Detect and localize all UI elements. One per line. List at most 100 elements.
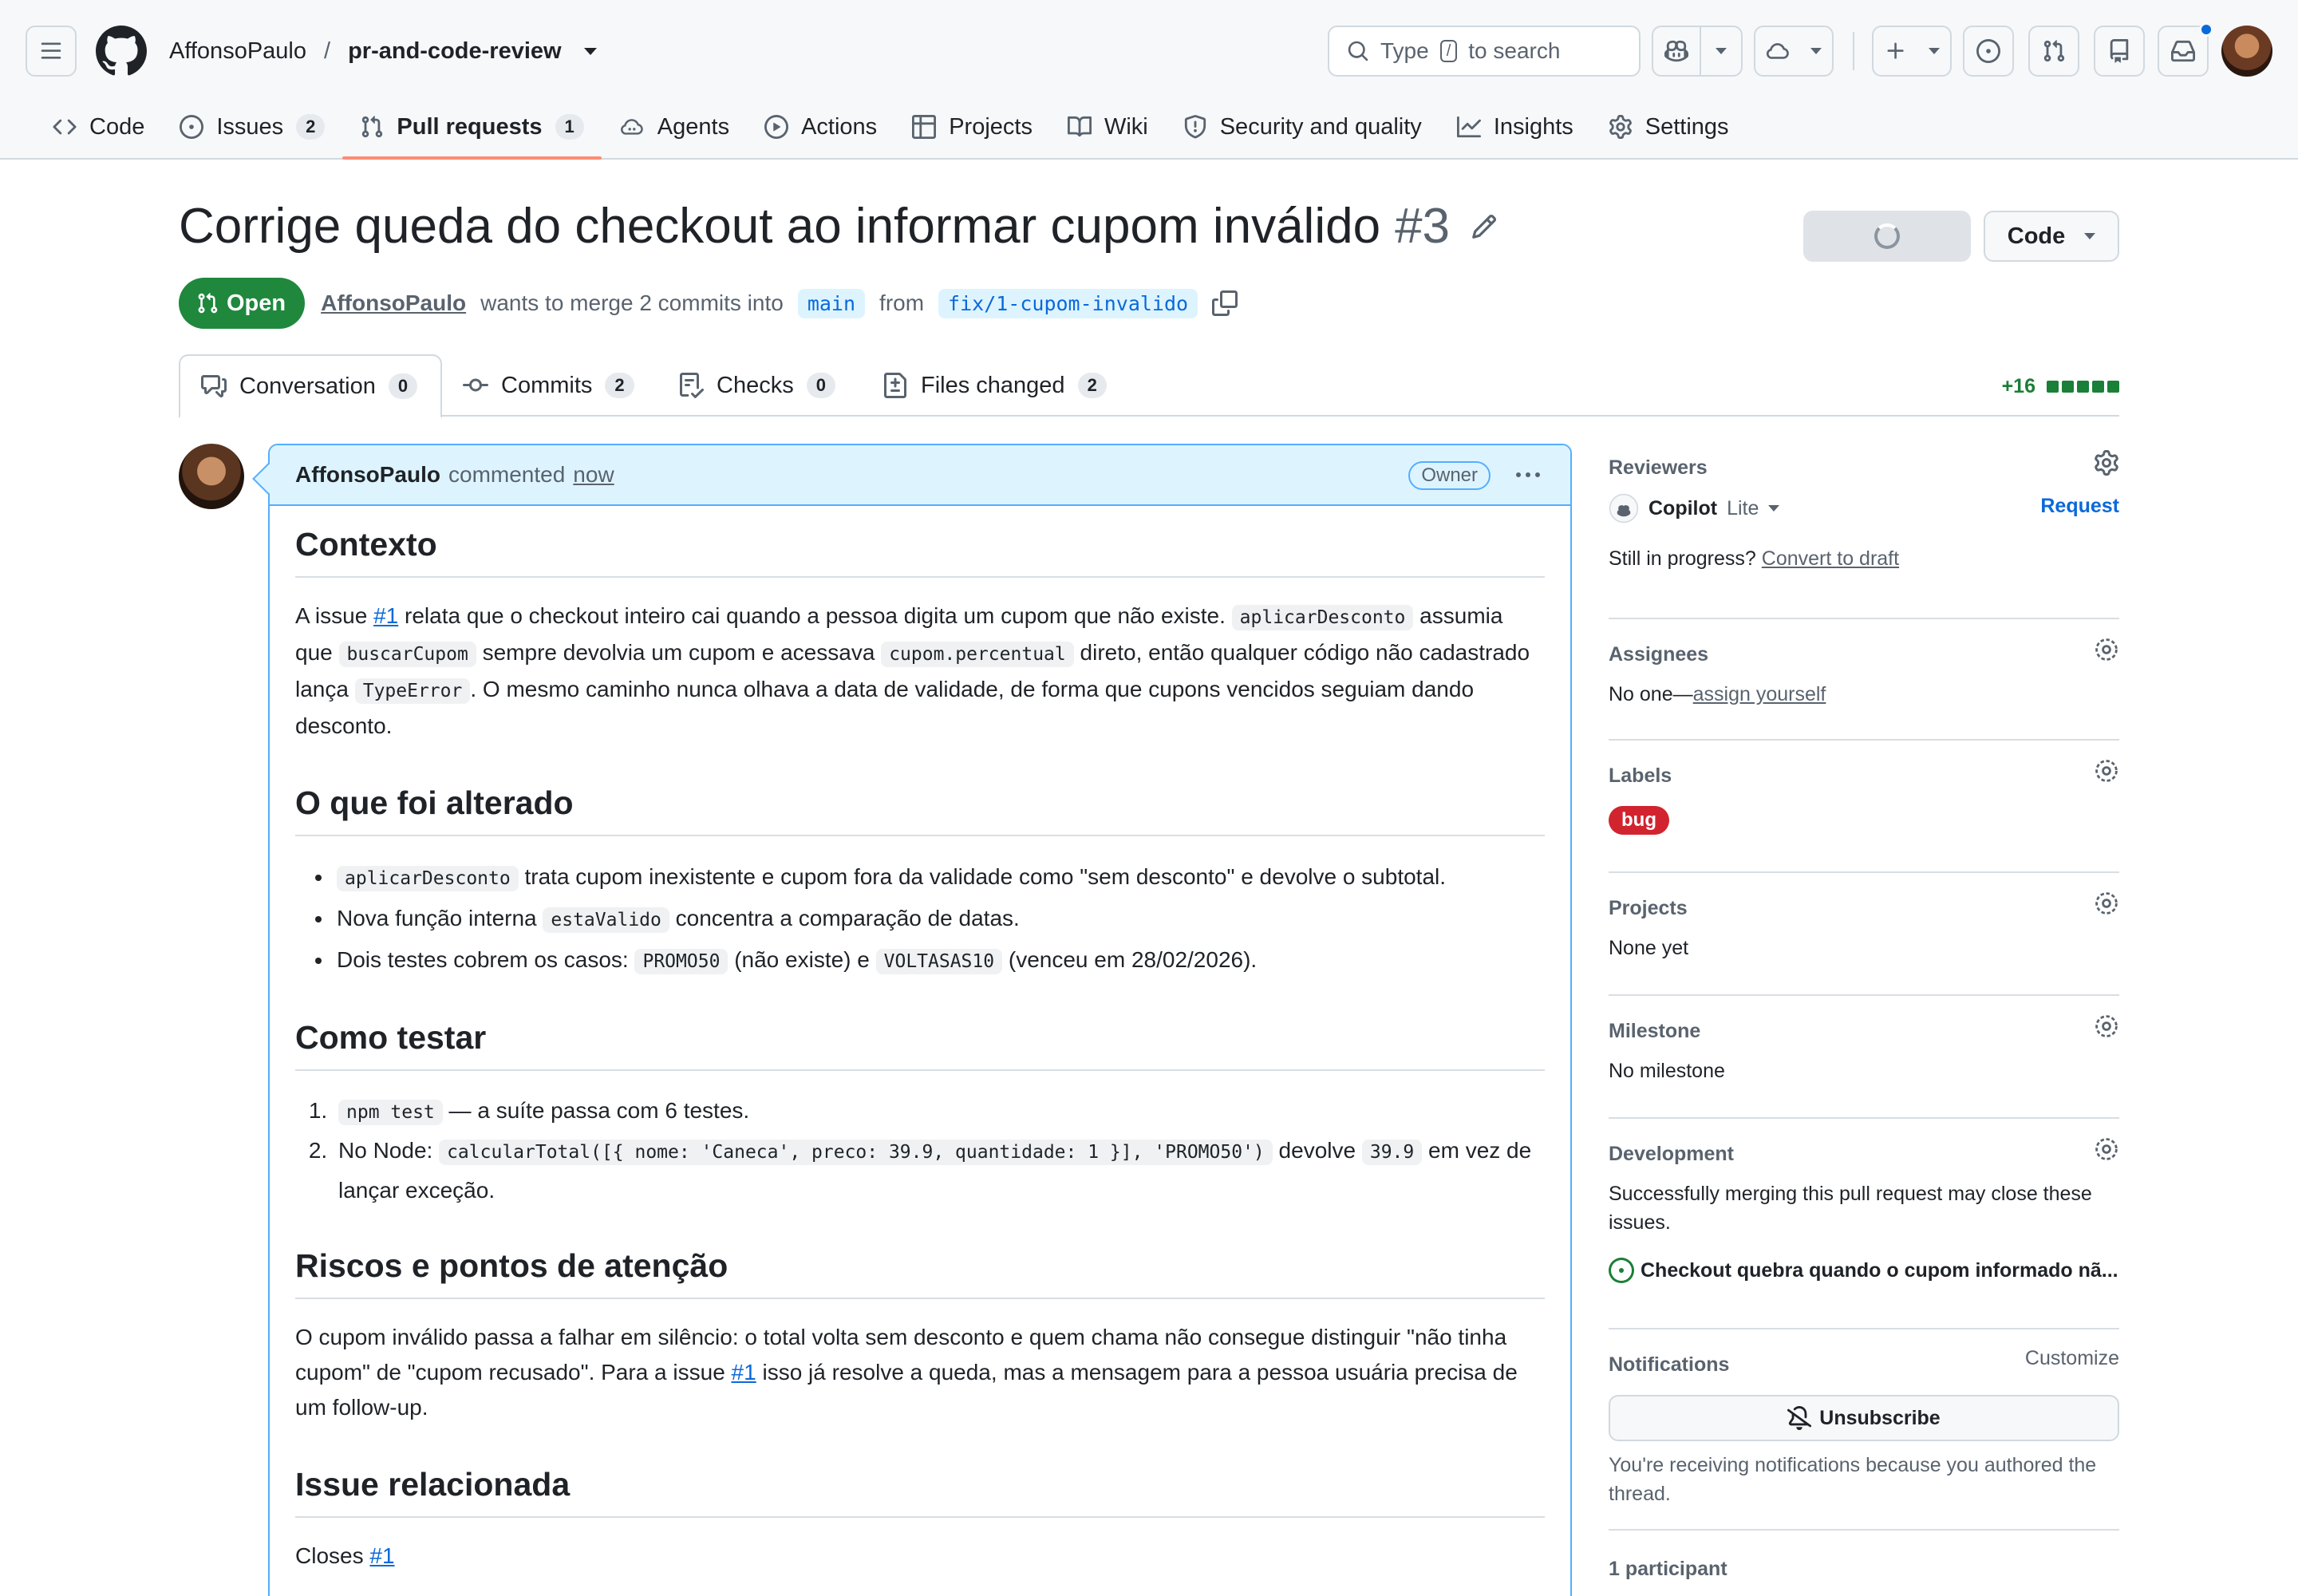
codespaces-dropdown[interactable]: [1800, 27, 1832, 75]
menu-button[interactable]: [26, 26, 77, 77]
tab-files-changed[interactable]: Files changed 2: [862, 354, 1127, 417]
list-item: npm test — a suíte passa com 6 testes.: [334, 1092, 1545, 1132]
your-issues-button[interactable]: [1963, 26, 2014, 77]
agent-icon: [620, 119, 643, 135]
issue-link[interactable]: #1: [373, 603, 398, 628]
issue-link[interactable]: #1: [732, 1360, 756, 1385]
spinner-icon: [1874, 223, 1900, 249]
request-review-link[interactable]: Request: [2040, 495, 2119, 518]
tab-issues-label: Issues: [216, 113, 284, 140]
create-new-button[interactable]: [1872, 26, 1952, 77]
participants-section: 1 participant: [1609, 1531, 2119, 1588]
your-repositories-button[interactable]: [2094, 26, 2145, 77]
graph-icon: [1456, 116, 1481, 138]
search-input[interactable]: Type / to search: [1328, 26, 1641, 77]
github-logo-icon[interactable]: [96, 26, 147, 77]
gear-icon[interactable]: [2094, 637, 2119, 662]
tab-projects[interactable]: Projects: [894, 102, 1050, 152]
convert-to-draft-link[interactable]: Convert to draft: [1762, 547, 1899, 570]
projects-section: Projects None yet: [1609, 873, 2119, 996]
linked-issue[interactable]: Checkout quebra quando o cupom informado…: [1609, 1258, 2119, 1283]
pencil-icon[interactable]: [1471, 213, 1498, 240]
comment-header: AffonsoPaulo commented now Owner: [270, 445, 1570, 506]
chevron-down-icon: [1810, 48, 1822, 54]
global-header: AffonsoPaulo / pr-and-code-review Type /…: [0, 0, 2298, 160]
plus-icon: [1887, 42, 1904, 59]
owner-link[interactable]: AffonsoPaulo: [169, 35, 306, 67]
milestone-title[interactable]: Milestone: [1609, 1012, 2119, 1050]
copy-icon[interactable]: [1212, 290, 1238, 316]
assignees-title[interactable]: Assignees: [1609, 635, 2119, 674]
repo-icon: [2110, 39, 2129, 63]
reviewer-tier[interactable]: Lite: [1727, 497, 1759, 520]
repo-link[interactable]: pr-and-code-review: [348, 35, 562, 67]
tab-settings[interactable]: Settings: [1591, 102, 1747, 152]
tab-actions[interactable]: Actions: [747, 102, 894, 152]
copilot-dropdown[interactable]: [1701, 27, 1741, 75]
tab-commits[interactable]: Commits 2: [442, 354, 655, 417]
chevron-down-icon[interactable]: [1768, 505, 1780, 512]
tab-agents[interactable]: Agents: [602, 102, 747, 152]
create-new-main[interactable]: [1874, 27, 1918, 75]
label-bug[interactable]: bug: [1609, 806, 1669, 835]
copilot-icon: [1664, 40, 1688, 62]
comment-author[interactable]: AffonsoPaulo: [295, 462, 440, 488]
issue-opened-icon: [180, 115, 204, 139]
codespaces-main[interactable]: [1755, 27, 1800, 75]
issue-opened-icon: [1976, 39, 2000, 63]
shield-icon: [1184, 115, 1206, 139]
inline-code: cupom.percentual: [881, 642, 1074, 667]
linked-issue-title[interactable]: Checkout quebra quando o cupom informado…: [1641, 1259, 2118, 1282]
projects-title[interactable]: Projects: [1609, 889, 2119, 927]
customize-link[interactable]: Customize: [2025, 1347, 2119, 1370]
gear-icon[interactable]: [2094, 1136, 2119, 1162]
header-divider: [1853, 32, 1854, 70]
tab-insights[interactable]: Insights: [1439, 102, 1591, 152]
unread-notification-dot: [2199, 22, 2213, 37]
development-section: Development Successfully merging this pu…: [1609, 1119, 2119, 1329]
assign-yourself-link[interactable]: assign yourself: [1693, 683, 1826, 705]
gear-icon[interactable]: [2094, 1013, 2119, 1039]
your-pull-requests-button[interactable]: [2028, 26, 2079, 77]
section-heading: Issue relacionada: [295, 1464, 1545, 1518]
code-dropdown-button[interactable]: Code: [1984, 211, 2119, 262]
author-link[interactable]: AffonsoPaulo: [321, 290, 466, 316]
tab-insights-label: Insights: [1493, 113, 1573, 140]
create-new-dropdown[interactable]: [1918, 27, 1950, 75]
tab-pull-requests[interactable]: Pull requests 1: [342, 102, 602, 160]
tab-conversation-count: 0: [388, 373, 418, 399]
development-title[interactable]: Development: [1609, 1135, 2119, 1173]
tab-security[interactable]: Security and quality: [1166, 102, 1439, 152]
tab-commits-count: 2: [605, 373, 634, 398]
issue-link[interactable]: #1: [369, 1543, 394, 1568]
tab-wiki[interactable]: Wiki: [1050, 102, 1166, 152]
tab-conversation[interactable]: Conversation 0: [179, 354, 442, 418]
tab-issues[interactable]: Issues 2: [162, 102, 342, 152]
tab-code-label: Code: [89, 113, 145, 140]
base-branch[interactable]: main: [797, 288, 866, 318]
breadcrumb-separator: /: [324, 38, 331, 64]
page-title: Corrige queda do checkout ao informar cu…: [179, 195, 1498, 259]
gear-icon[interactable]: [2094, 450, 2119, 476]
copilot-main[interactable]: [1653, 27, 1701, 75]
gear-icon: [1609, 115, 1632, 139]
user-avatar[interactable]: [2221, 26, 2272, 77]
tab-code[interactable]: Code: [35, 102, 162, 152]
gear-icon[interactable]: [2094, 891, 2119, 916]
repo-dropdown-caret-icon[interactable]: [583, 47, 597, 55]
loading-button: [1803, 211, 1971, 262]
tab-checks[interactable]: Checks 0: [657, 354, 856, 417]
labels-title[interactable]: Labels: [1609, 757, 2119, 795]
list-item: Nova função interna estaValido concentra…: [334, 899, 1545, 940]
avatar[interactable]: [179, 444, 244, 509]
codespaces-button[interactable]: [1754, 26, 1834, 77]
gear-icon[interactable]: [2094, 758, 2119, 784]
comment-timestamp[interactable]: now: [573, 462, 614, 488]
copilot-button[interactable]: [1652, 26, 1743, 77]
reviewers-title[interactable]: Reviewers: [1609, 448, 2119, 487]
head-branch[interactable]: fix/1-cupom-invalido: [938, 288, 1198, 318]
unsubscribe-button[interactable]: Unsubscribe: [1609, 1395, 2119, 1441]
kebab-horizontal-icon[interactable]: [1516, 472, 1540, 477]
search-prefix: Type: [1380, 38, 1429, 63]
reviewer-name[interactable]: Copilot: [1648, 497, 1717, 520]
